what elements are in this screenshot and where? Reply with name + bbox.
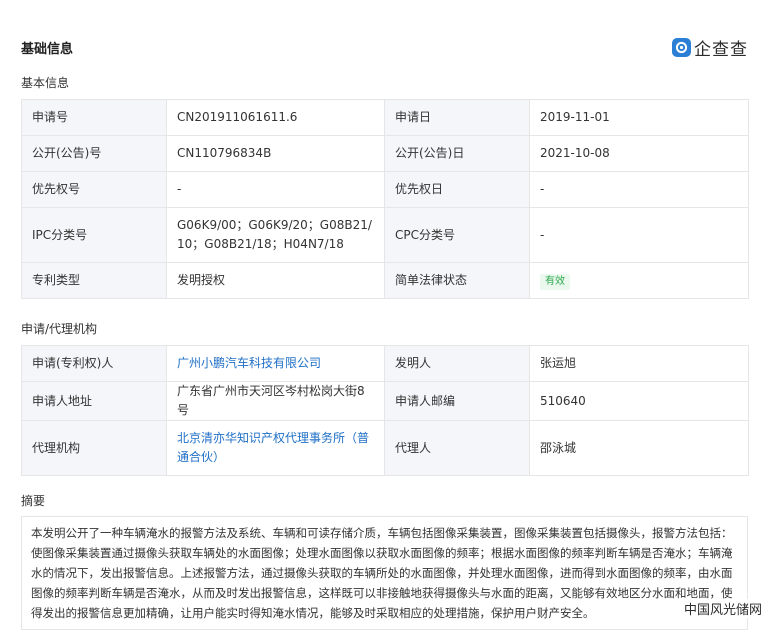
publication-date-value: 2021-10-08: [529, 135, 749, 172]
legal-status-label: 简单法律状态: [384, 262, 530, 299]
table-row: 公开(公告)号 CN110796834B 公开(公告)日 2021-10-08: [21, 135, 749, 172]
agency-link[interactable]: 北京清亦华知识产权代理事务所（普通合伙）: [177, 431, 369, 464]
priority-number-value: -: [166, 171, 385, 208]
priority-number-label: 优先权号: [21, 171, 167, 208]
table-row: 优先权号 - 优先权日 -: [21, 171, 749, 208]
ipc-class-label: IPC分类号: [21, 207, 167, 263]
basic-info-table: 申请号 CN201911061611.6 申请日 2019-11-01 公开(公…: [21, 99, 749, 299]
applicant-label: 申请(专利权)人: [21, 345, 167, 382]
inventor-label: 发明人: [384, 345, 530, 382]
cpc-class-value: -: [529, 207, 749, 263]
agency-heading: 申请/代理机构: [21, 322, 98, 336]
table-row: 代理机构 北京清亦华知识产权代理事务所（普通合伙） 代理人 邵泳城: [21, 420, 749, 476]
ipc-class-value: G06K9/00；G06K9/20；G08B21/10；G08B21/18；H0…: [166, 207, 385, 263]
agency-table: 申请(专利权)人 广州小鹏汽车科技有限公司 发明人 张运旭 申请人地址 广东省广…: [21, 345, 749, 476]
application-number-value: CN201911061611.6: [166, 99, 385, 136]
qichacha-logo[interactable]: 企查查: [672, 35, 748, 60]
publication-number-label: 公开(公告)号: [21, 135, 167, 172]
table-row: 申请号 CN201911061611.6 申请日 2019-11-01: [21, 99, 749, 136]
logo-text: 企查查: [694, 40, 748, 60]
cpc-class-label: CPC分类号: [384, 207, 530, 263]
page-title: 基础信息: [21, 42, 74, 57]
application-number-label: 申请号: [21, 99, 167, 136]
publication-date-label: 公开(公告)日: [384, 135, 530, 172]
inventor-value: 张运旭: [529, 345, 749, 382]
basic-info-heading: 基本信息: [21, 76, 70, 90]
applicant-postcode-label: 申请人邮编: [384, 381, 530, 421]
legal-status-cell: 有效: [529, 262, 749, 299]
table-row: 专利类型 发明授权 简单法律状态 有效: [21, 262, 749, 299]
table-row: IPC分类号 G06K9/00；G06K9/20；G08B21/10；G08B2…: [21, 207, 749, 263]
priority-date-label: 优先权日: [384, 171, 530, 208]
publication-number-value: CN110796834B: [166, 135, 385, 172]
table-row: 申请(专利权)人 广州小鹏汽车科技有限公司 发明人 张运旭: [21, 345, 749, 382]
priority-date-value: -: [529, 171, 749, 208]
agent-value: 邵泳城: [529, 420, 749, 476]
patent-type-value: 发明授权: [166, 262, 385, 299]
patent-type-label: 专利类型: [21, 262, 167, 299]
applicant-address-label: 申请人地址: [21, 381, 167, 421]
watermark: 中国风光储网: [681, 599, 764, 618]
application-date-value: 2019-11-01: [529, 99, 749, 136]
agent-label: 代理人: [384, 420, 530, 476]
agency-label: 代理机构: [21, 420, 167, 476]
table-row: 申请人地址 广东省广州市天河区岑村松岗大街8号 申请人邮编 510640: [21, 381, 749, 421]
applicant-value[interactable]: 广州小鹏汽车科技有限公司: [166, 345, 385, 382]
status-badge: 有效: [540, 274, 570, 290]
applicant-postcode-value: 510640: [529, 381, 749, 421]
abstract-text: 本发明公开了一种车辆淹水的报警方法及系统、车辆和可读存储介质，车辆包括图像采集装…: [21, 516, 748, 630]
abstract-heading: 摘要: [21, 494, 46, 508]
application-date-label: 申请日: [384, 99, 530, 136]
applicant-address-value: 广东省广州市天河区岑村松岗大街8号: [166, 381, 385, 421]
agency-value[interactable]: 北京清亦华知识产权代理事务所（普通合伙）: [166, 420, 385, 476]
applicant-link[interactable]: 广州小鹏汽车科技有限公司: [177, 356, 321, 370]
qichacha-logo-icon: [672, 38, 691, 57]
